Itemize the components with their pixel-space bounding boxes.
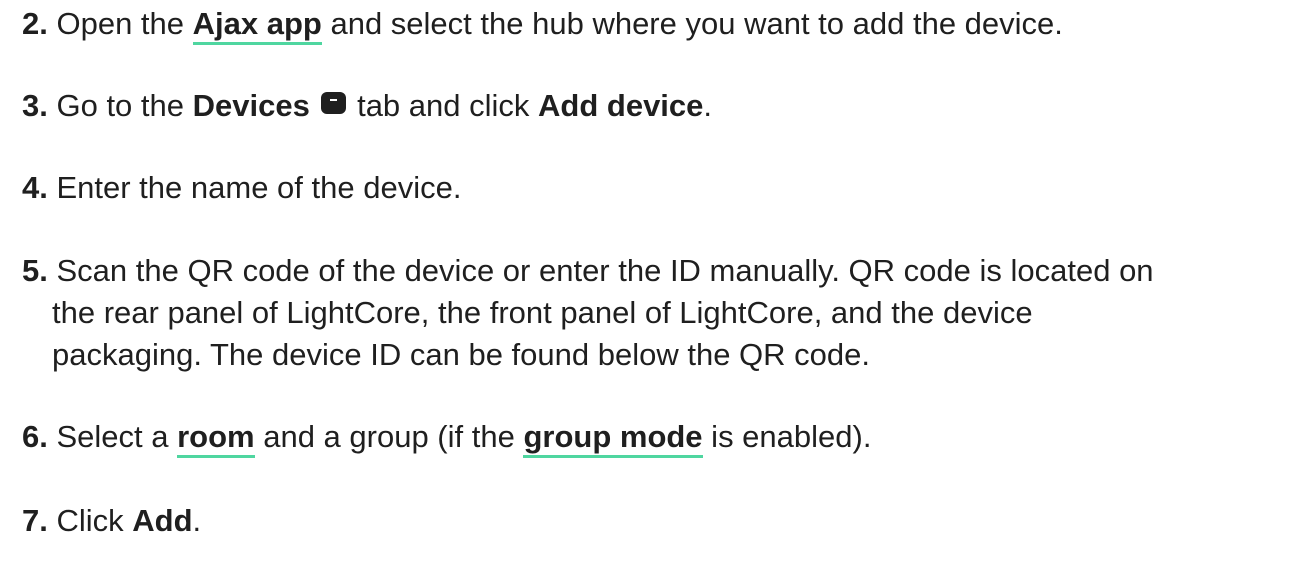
installation-steps: 2. Open the Ajax app and select the hub … (0, 0, 1314, 573)
group-mode-link[interactable]: group mode (523, 419, 703, 458)
step-text: Click (47, 503, 133, 538)
step-text-continued: the rear panel of LightCore, the front p… (52, 295, 1033, 330)
add-device-label: Add device (538, 88, 704, 123)
step-7: 7. Click Add. (22, 500, 201, 542)
step-text: Scan the QR code of the device or enter … (47, 253, 1154, 288)
step-3: 3. Go to the Devices tab and click Add d… (22, 85, 712, 127)
step-text: and select the hub where you want to add… (321, 6, 1063, 41)
step-text: is enabled). (702, 419, 872, 454)
step-text: Enter the name of the device. (47, 170, 462, 205)
step-5: 5. Scan the QR code of the device or ent… (22, 250, 1154, 376)
step-number: 3. (22, 88, 48, 123)
step-text: . (192, 503, 202, 538)
step-6: 6. Select a room and a group (if the gro… (22, 416, 871, 458)
step-text: . (703, 88, 713, 123)
ajax-app-link[interactable]: Ajax app (192, 6, 322, 45)
step-text: and a group (if the (254, 419, 524, 454)
step-text-continued: packaging. The device ID can be found be… (52, 337, 871, 372)
step-text: Open the (47, 6, 193, 41)
step-2: 2. Open the Ajax app and select the hub … (22, 3, 1063, 45)
step-number: 6. (22, 419, 48, 454)
room-link[interactable]: room (177, 419, 255, 458)
add-label: Add (132, 503, 193, 538)
devices-tab-icon (321, 92, 347, 114)
step-number: 7. (22, 503, 48, 538)
step-number: 4. (22, 170, 48, 205)
step-number: 2. (22, 6, 48, 41)
devices-label: Devices (192, 88, 310, 123)
step-4: 4. Enter the name of the device. (22, 167, 461, 209)
step-text: Select a (47, 419, 178, 454)
step-text: tab and click (348, 88, 539, 123)
step-text: Go to the (47, 88, 193, 123)
step-number: 5. (22, 253, 48, 288)
